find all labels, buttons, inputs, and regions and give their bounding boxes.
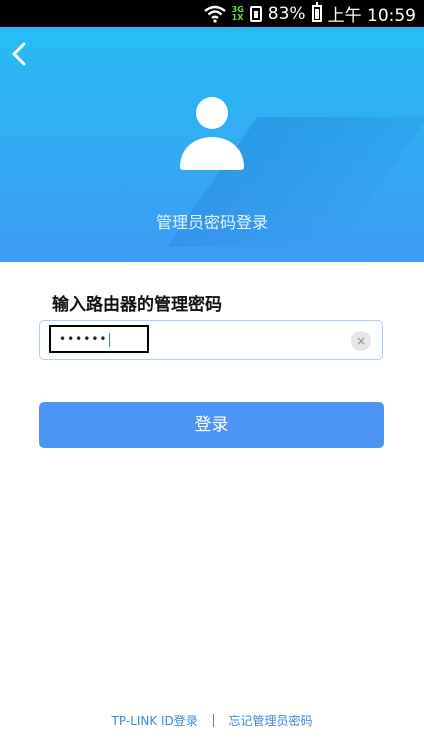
footer-divider — [212, 714, 214, 727]
header: 管理员密码登录 — [0, 27, 424, 262]
user-icon — [180, 97, 244, 170]
status-icons: 3G 1X 83% 上午 10:59 — [203, 0, 416, 27]
password-field[interactable]: •••••• × — [39, 320, 383, 360]
network-1x: 1X — [231, 12, 244, 22]
clock: 上午 10:59 — [327, 6, 416, 26]
status-bar: 3G 1X 83% 上午 10:59 — [0, 0, 424, 27]
text-cursor — [109, 332, 111, 347]
sim-icon — [249, 5, 262, 22]
tplink-id-login-link[interactable]: TP-LINK ID登录 — [112, 714, 198, 728]
back-icon[interactable] — [6, 39, 36, 69]
password-input[interactable]: •••••• — [49, 325, 149, 353]
battery-icon — [311, 2, 322, 22]
password-value: •••••• — [59, 332, 108, 346]
clear-icon[interactable]: × — [351, 331, 371, 351]
battery-percent: 83% — [267, 3, 306, 24]
network-indicator: 3G 1X — [231, 5, 244, 22]
footer-links: TP-LINK ID登录 忘记管理员密码 — [0, 712, 424, 729]
page-title: 管理员密码登录 — [155, 213, 268, 232]
wifi-icon — [203, 5, 226, 23]
password-label: 输入路由器的管理密码 — [52, 295, 222, 315]
login-button[interactable]: 登录 — [39, 402, 384, 448]
forgot-password-link[interactable]: 忘记管理员密码 — [228, 714, 312, 728]
